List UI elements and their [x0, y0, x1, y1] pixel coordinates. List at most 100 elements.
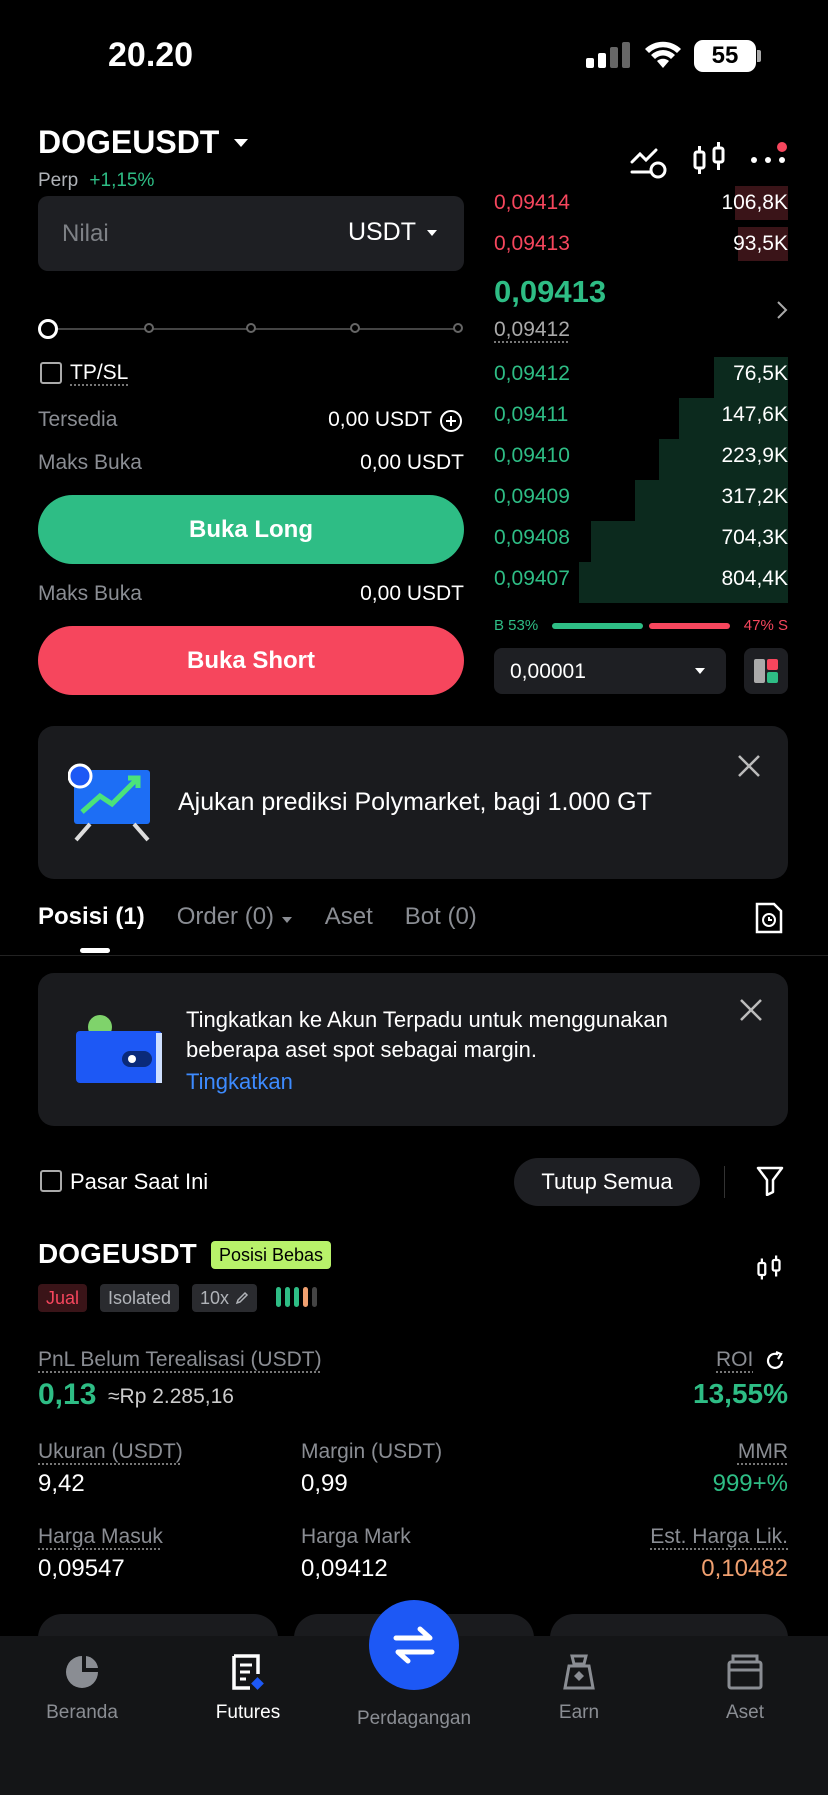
layout-icon: [754, 659, 778, 683]
open-long-button[interactable]: Buka Long: [38, 495, 464, 564]
bid-row[interactable]: 0,09410 223,9K: [494, 439, 788, 480]
trade-fab-button[interactable]: [369, 1600, 459, 1690]
roi-label[interactable]: ROI: [716, 1348, 753, 1372]
sell-ratio-bar: [649, 623, 730, 629]
tick-size-value: 0,00001: [510, 660, 586, 683]
trend-chart-icon[interactable]: [628, 140, 668, 180]
entry-price-value: 0,09547: [38, 1555, 125, 1582]
wallet-icon: [76, 1015, 162, 1083]
bid-qty: 223,9K: [721, 444, 788, 467]
chart-board-icon: [68, 763, 150, 842]
refresh-icon[interactable]: [764, 1350, 786, 1372]
bid-qty: 804,4K: [721, 567, 788, 590]
tick-size-selector[interactable]: 0,00001: [494, 648, 726, 694]
tpsl-label[interactable]: TP/SL: [70, 361, 128, 385]
current-market-label[interactable]: Pasar Saat Ini: [70, 1169, 208, 1195]
history-document-icon[interactable]: [754, 902, 784, 934]
ask-price: 0,09413: [494, 232, 570, 255]
promo-text: Ajukan prediksi Polymarket, bagi 1.000 G…: [178, 788, 652, 816]
bid-row[interactable]: 0,09407 804,4K: [494, 562, 788, 603]
slider-step[interactable]: [246, 323, 256, 333]
ask-price: 0,09414: [494, 191, 570, 214]
ask-row[interactable]: 0,09414 106,8K: [494, 186, 788, 220]
slider-knob[interactable]: [38, 319, 58, 339]
filter-icon[interactable]: [756, 1166, 784, 1196]
last-price[interactable]: 0,09413: [494, 274, 606, 310]
upgrade-link[interactable]: Tingkatkan: [186, 1069, 293, 1095]
entry-price-label[interactable]: Harga Masuk: [38, 1525, 163, 1549]
more-options-icon[interactable]: [748, 140, 788, 180]
close-icon[interactable]: [736, 753, 762, 779]
bid-price: 0,09408: [494, 526, 570, 549]
side-tag: Jual: [38, 1284, 88, 1312]
size-label[interactable]: Ukuran (USDT): [38, 1440, 183, 1464]
leverage-tag[interactable]: 10x: [192, 1284, 258, 1312]
close-icon[interactable]: [738, 997, 764, 1023]
max-open-long-value: 0,00 USDT: [360, 451, 464, 474]
active-tab-indicator: [80, 948, 110, 953]
bid-price: 0,09411: [494, 403, 569, 426]
price-change: +1,15%: [89, 170, 155, 191]
position-symbol[interactable]: DOGEUSDT: [38, 1238, 197, 1270]
promo-banner[interactable]: Ajukan prediksi Polymarket, bagi 1.000 G…: [38, 726, 788, 879]
tabs-divider: [0, 955, 828, 956]
nav-trade[interactable]: Perdagangan: [349, 1708, 479, 1730]
open-short-button[interactable]: Buka Short: [38, 626, 464, 695]
amount-placeholder: Nilai: [62, 220, 109, 247]
margin-value: 0,99: [301, 1470, 348, 1497]
free-position-badge: Posisi Bebas: [211, 1241, 332, 1269]
wifi-icon: [645, 41, 681, 68]
unit-selector[interactable]: USDT: [348, 218, 438, 247]
nav-trade-label: Perdagangan: [356, 1708, 472, 1729]
swap-icon: [393, 1626, 435, 1664]
tab-assets[interactable]: Aset: [325, 903, 373, 931]
max-open-short-value: 0,00 USDT: [360, 582, 464, 605]
mmr-value: 999+%: [712, 1470, 788, 1497]
nav-earn[interactable]: Earn: [514, 1652, 644, 1724]
mark-price: 0,09412: [494, 318, 570, 341]
tab-positions[interactable]: Posisi (1): [38, 903, 145, 931]
margin-label: Margin (USDT): [301, 1440, 443, 1463]
tpsl-checkbox[interactable]: [40, 362, 62, 384]
pnl-value: 0,13: [38, 1378, 97, 1411]
bid-qty: 147,6K: [721, 403, 788, 426]
nav-futures[interactable]: Futures: [183, 1652, 313, 1724]
leverage-value: 10x: [200, 1287, 230, 1308]
slider-step[interactable]: [144, 323, 154, 333]
nav-assets-label: Aset: [725, 1702, 765, 1723]
battery-tip: [757, 50, 761, 62]
pnl-label[interactable]: PnL Belum Terealisasi (USDT): [38, 1348, 322, 1372]
slider-step[interactable]: [350, 323, 360, 333]
upgrade-banner: Tingkatkan ke Akun Terpadu untuk menggun…: [38, 973, 788, 1126]
bid-row[interactable]: 0,09411 147,6K: [494, 398, 788, 439]
candlestick-icon[interactable]: [689, 140, 729, 180]
contract-type: Perp: [38, 170, 79, 191]
mmr-label[interactable]: MMR: [738, 1440, 788, 1464]
bid-row[interactable]: 0,09409 317,2K: [494, 480, 788, 521]
upgrade-text: Tingkatkan ke Akun Terpadu untuk menggun…: [186, 1007, 668, 1062]
tab-orders-label: Order (0): [176, 903, 275, 930]
add-funds-icon[interactable]: [439, 409, 463, 433]
orderbook-layout-button[interactable]: [744, 648, 788, 694]
close-all-button[interactable]: Tutup Semua: [514, 1158, 700, 1206]
candlestick-icon[interactable]: [754, 1252, 784, 1286]
ask-row[interactable]: 0,09413 93,5K: [494, 227, 788, 261]
chevron-right-icon[interactable]: [776, 300, 788, 320]
current-market-checkbox[interactable]: [40, 1170, 62, 1192]
nav-earn-label: Earn: [558, 1702, 600, 1723]
nav-home[interactable]: Beranda: [17, 1652, 147, 1724]
adl-indicator: [276, 1287, 317, 1307]
nav-assets[interactable]: Aset: [680, 1652, 810, 1724]
size-value: 9,42: [38, 1470, 85, 1497]
slider-step[interactable]: [453, 323, 463, 333]
symbol-selector[interactable]: DOGEUSDT: [38, 124, 249, 161]
liq-price-label[interactable]: Est. Harga Lik.: [650, 1525, 788, 1549]
amount-input[interactable]: Nilai USDT: [38, 196, 464, 271]
home-icon: [66, 1656, 98, 1688]
caret-down-icon: [234, 138, 249, 147]
bid-row[interactable]: 0,09408 704,3K: [494, 521, 788, 562]
bid-row[interactable]: 0,09412 76,5K: [494, 357, 788, 398]
tab-bots[interactable]: Bot (0): [405, 903, 477, 931]
bid-qty: 76,5K: [733, 362, 788, 385]
tab-orders[interactable]: Order (0): [177, 903, 293, 931]
